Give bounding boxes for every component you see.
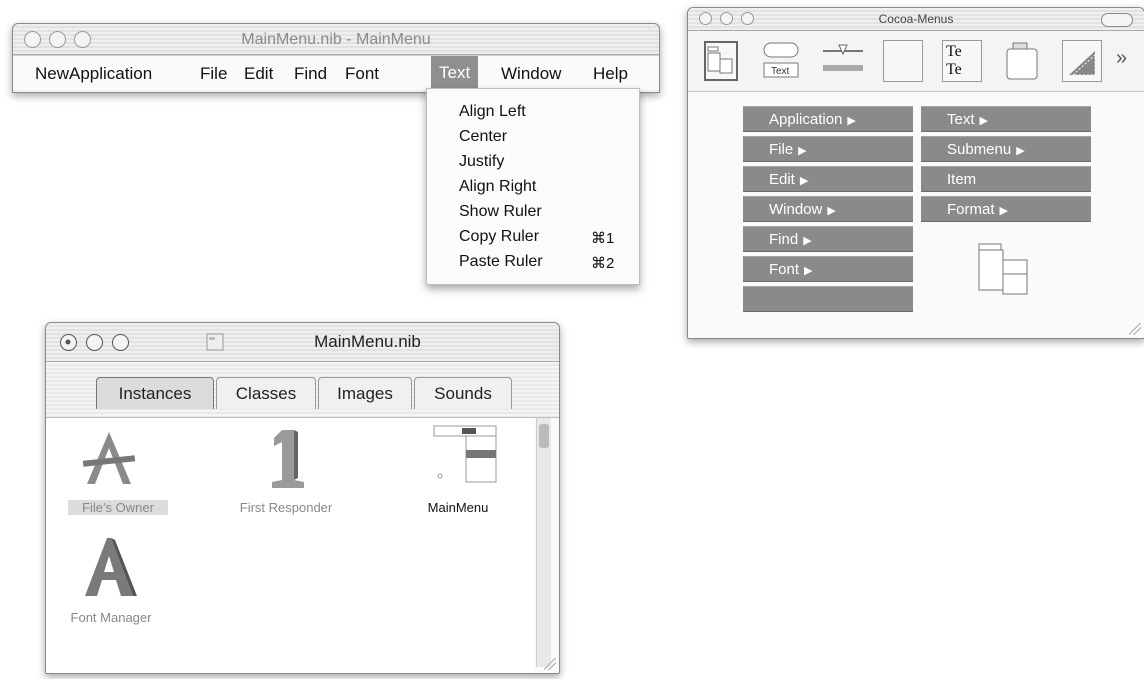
scroll-thumb[interactable] bbox=[539, 424, 549, 448]
menu-newapplication[interactable]: NewApplication bbox=[35, 64, 152, 84]
menu-text[interactable]: Text bbox=[431, 56, 479, 90]
tab-classes[interactable]: Classes bbox=[216, 377, 316, 409]
palette-menu-submenu[interactable]: Submenu ▶ bbox=[921, 136, 1091, 162]
palette-menu-item[interactable]: Item bbox=[921, 166, 1091, 192]
palette-menu-empty[interactable] bbox=[743, 286, 913, 312]
menu-window[interactable]: Window bbox=[501, 64, 561, 84]
submenu-arrow-icon: ▶ bbox=[798, 145, 807, 157]
menu-item-center[interactable]: Center bbox=[459, 128, 507, 146]
slider-palette-icon[interactable] bbox=[821, 41, 863, 81]
titlebar[interactable]: MainMenu.nib - MainMenu bbox=[13, 24, 659, 55]
palette-toolbar: Text Te Te » bbox=[688, 31, 1144, 92]
vertical-scrollbar[interactable] bbox=[536, 418, 551, 667]
first-responder-icon[interactable] bbox=[264, 426, 314, 490]
palette-text-label: Text bbox=[771, 66, 790, 77]
palette-menu-application[interactable]: Application ▶ bbox=[743, 106, 913, 132]
tab-sounds[interactable]: Sounds bbox=[414, 377, 512, 409]
palette-menu-file[interactable]: File ▶ bbox=[743, 136, 913, 162]
instances-pane: File's Owner First Responder MainMenu Fo… bbox=[46, 418, 533, 673]
window-title: MainMenu.nib bbox=[314, 332, 421, 351]
submenu-arrow-icon: ▶ bbox=[803, 235, 812, 247]
titlebar[interactable]: Cocoa-Menus bbox=[688, 8, 1144, 31]
resize-grip-icon[interactable] bbox=[1129, 323, 1141, 335]
instance-label-first-responder[interactable]: First Responder bbox=[221, 500, 351, 515]
resize-grip-icon[interactable] bbox=[544, 658, 556, 670]
tab-instances[interactable]: Instances bbox=[96, 377, 214, 409]
menu-edit[interactable]: Edit bbox=[244, 64, 273, 84]
palette-menu-find[interactable]: Find ▶ bbox=[743, 226, 913, 252]
instance-label-font-manager[interactable]: Font Manager bbox=[61, 610, 161, 625]
main-menu-icon[interactable] bbox=[432, 424, 504, 490]
text-palette-icon[interactable]: Te Te bbox=[942, 40, 982, 82]
menu-item-copy-ruler[interactable]: Copy Ruler bbox=[459, 228, 539, 246]
menu-stack-icon[interactable] bbox=[975, 240, 1045, 300]
tab-bar: Instances Classes Images Sounds bbox=[46, 362, 559, 418]
overflow-chevron-icon[interactable]: » bbox=[1116, 47, 1127, 70]
palette-menu-text[interactable]: Text ▶ bbox=[921, 106, 1091, 132]
menubar: NewApplication File Edit Find Font Text … bbox=[13, 55, 659, 90]
minimize-button[interactable] bbox=[86, 334, 103, 351]
mainmenu-nib-window: MainMenu.nib Instances Classes Images So… bbox=[45, 322, 560, 674]
close-button[interactable] bbox=[60, 334, 77, 351]
font-manager-icon[interactable] bbox=[79, 536, 143, 600]
zoom-button[interactable] bbox=[112, 334, 129, 351]
titlebar[interactable]: MainMenu.nib bbox=[46, 323, 559, 362]
submenu-arrow-icon: ▶ bbox=[827, 205, 836, 217]
app-icon[interactable] bbox=[79, 428, 139, 488]
data-palette-icon[interactable] bbox=[1003, 41, 1038, 81]
shortcut-copy-ruler: ⌘1 bbox=[591, 230, 615, 247]
submenu-arrow-icon: ▶ bbox=[999, 205, 1008, 217]
menu-font[interactable]: Font bbox=[345, 64, 379, 84]
submenu-arrow-icon: ▶ bbox=[1016, 145, 1025, 157]
graphics-palette-icon[interactable] bbox=[1062, 40, 1102, 82]
text-menu-dropdown: Align Left Center Justify Align Right Sh… bbox=[426, 88, 640, 285]
shortcut-paste-ruler: ⌘2 bbox=[591, 255, 615, 272]
menu-file[interactable]: File bbox=[200, 64, 227, 84]
controls-palette-icon[interactable]: Text bbox=[762, 41, 799, 81]
instance-label-mainmenu[interactable]: MainMenu bbox=[418, 500, 498, 515]
menu-item-justify[interactable]: Justify bbox=[459, 153, 504, 171]
instance-label-files-owner[interactable]: File's Owner bbox=[68, 500, 168, 515]
tab-images[interactable]: Images bbox=[318, 377, 412, 409]
menu-item-paste-ruler[interactable]: Paste Ruler bbox=[459, 253, 543, 271]
window-title: Cocoa-Menus bbox=[878, 12, 954, 26]
submenu-arrow-icon: ▶ bbox=[979, 115, 988, 127]
palette-menu-edit[interactable]: Edit ▶ bbox=[743, 166, 913, 192]
mainmenu-editor-window: MainMenu.nib - MainMenu NewApplication F… bbox=[12, 23, 660, 93]
submenu-arrow-icon: ▶ bbox=[799, 175, 809, 187]
cocoa-menus-palette-window: Cocoa-Menus Text Te Te » Application ▶ F… bbox=[687, 7, 1144, 339]
box-palette-icon[interactable] bbox=[883, 40, 923, 82]
submenu-arrow-icon: ▶ bbox=[847, 115, 856, 127]
menu-item-align-right[interactable]: Align Right bbox=[459, 178, 536, 196]
toolbar-toggle-button[interactable] bbox=[1101, 13, 1133, 27]
menus-palette-icon[interactable] bbox=[704, 41, 738, 81]
palette-menu-format[interactable]: Format ▶ bbox=[921, 196, 1091, 222]
window-title: MainMenu.nib - MainMenu bbox=[241, 31, 431, 48]
menu-item-show-ruler[interactable]: Show Ruler bbox=[459, 203, 542, 221]
palette-menu-window[interactable]: Window ▶ bbox=[743, 196, 913, 222]
palette-menu-font[interactable]: Font ▶ bbox=[743, 256, 913, 282]
menu-help[interactable]: Help bbox=[593, 64, 628, 84]
menu-find[interactable]: Find bbox=[294, 64, 327, 84]
submenu-arrow-icon: ▶ bbox=[804, 265, 813, 277]
menu-item-align-left[interactable]: Align Left bbox=[459, 103, 526, 121]
